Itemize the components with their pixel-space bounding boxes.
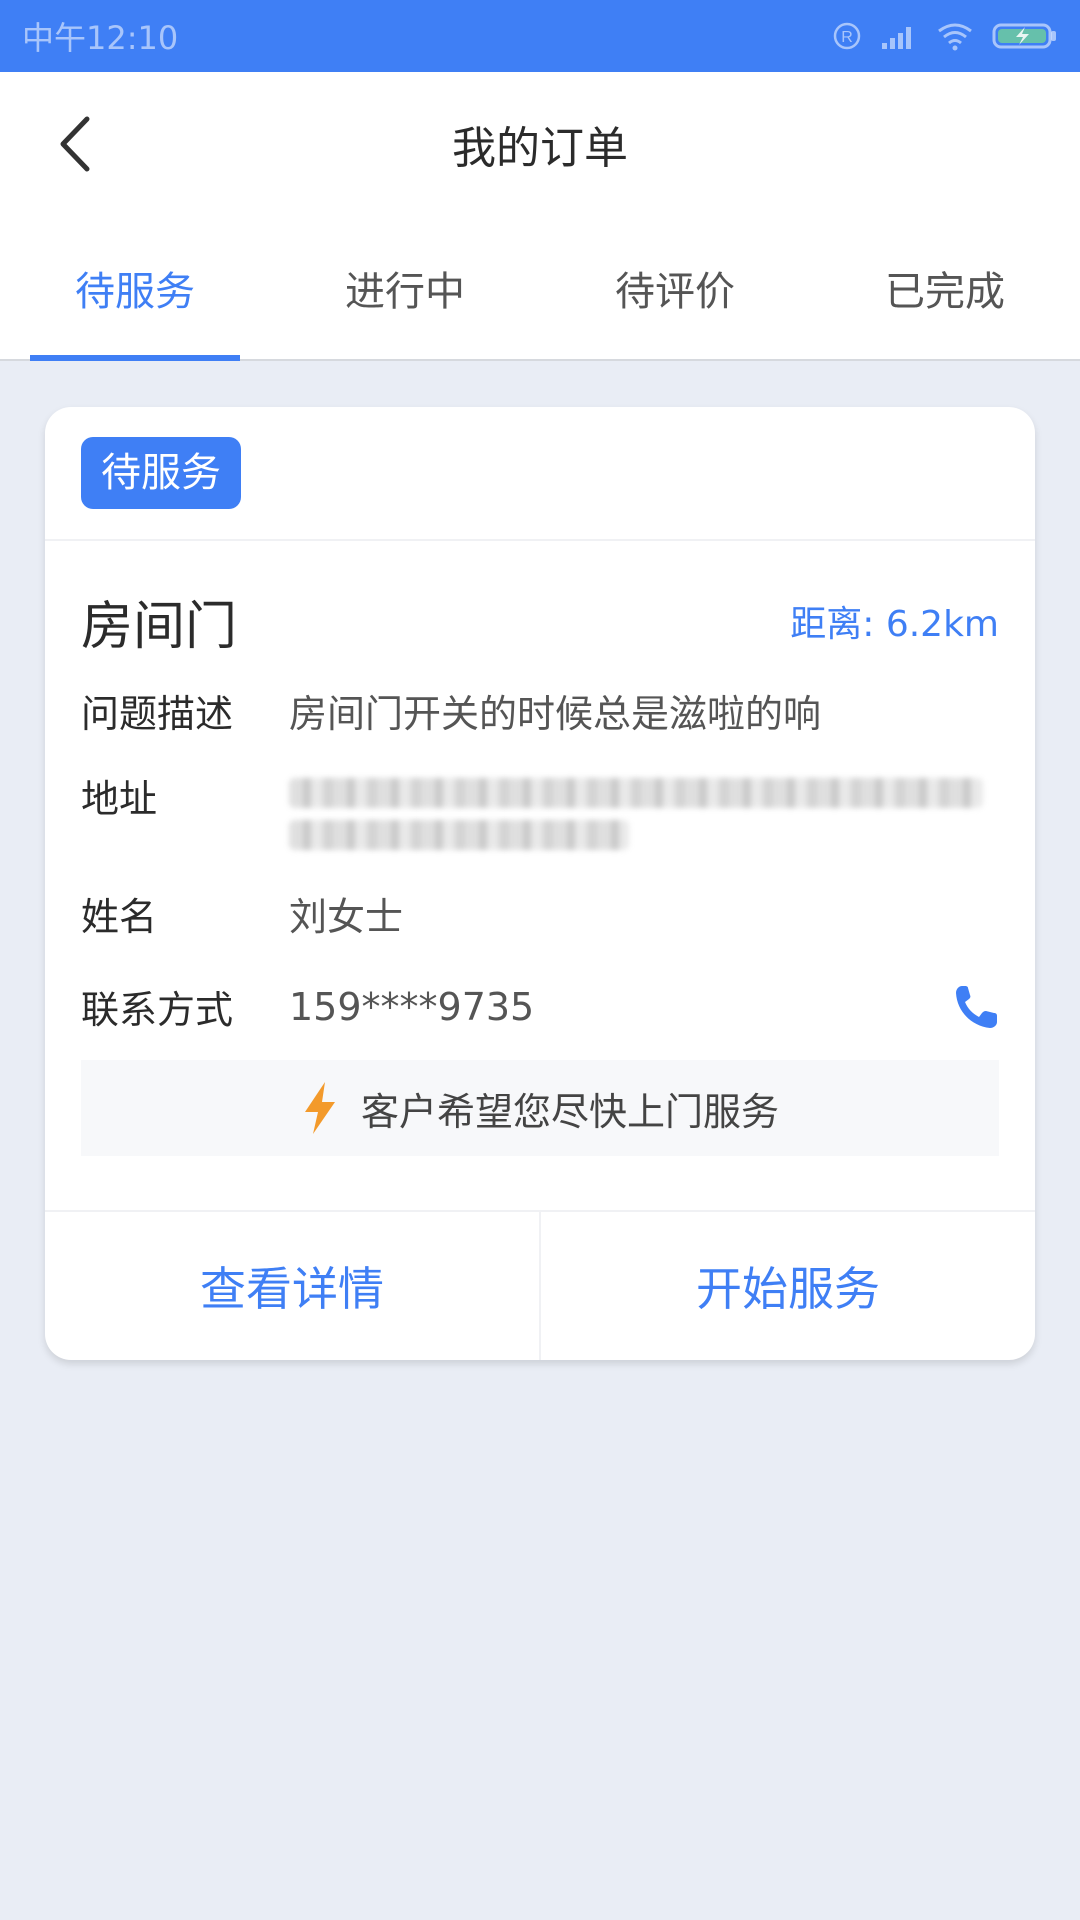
start-service-button[interactable]: 开始服务 [539,1212,1035,1360]
service-title: 房间门 [81,596,238,657]
urgent-notice: 客户希望您尽快上门服务 [81,1060,999,1156]
status-time: 中午12:10 [22,19,179,57]
registered-icon: R [833,22,861,50]
status-badge: 待服务 [81,437,241,509]
order-title-row: 房间门 距离: 6.2km [81,589,999,657]
order-card-actions: 查看详情 开始服务 [45,1210,1035,1360]
tab-in-progress[interactable]: 进行中 [270,216,540,359]
address-label: 地址 [81,777,158,821]
problem-label: 问题描述 [81,692,234,736]
name-value: 刘女士 [289,895,404,939]
signal-icon [882,27,911,49]
view-details-button[interactable]: 查看详情 [45,1212,539,1360]
battery-charging-icon [992,23,1056,49]
page-title: 我的订单 [452,123,628,174]
contact-value: 159****9735 [289,984,535,1029]
problem-value: 房间门开关的时候总是滋啦的响 [289,692,822,736]
wifi-icon [938,23,972,51]
back-button[interactable] [40,106,110,182]
name-label: 姓名 [81,895,158,939]
distance-label: 距离: 6.2km [790,604,999,645]
navigation-bar: 我的订单 [0,72,1080,216]
urgent-notice-text: 客户希望您尽快上门服务 [360,1089,779,1134]
order-card: 待服务 房间门 距离: 6.2km 问题描述 房间门开关的时候总是滋啦的响 地址… [45,407,1035,1360]
tab-pending-service[interactable]: 待服务 [0,216,270,361]
redacted-line [289,820,629,850]
address-value-redacted [289,768,999,850]
lightning-icon [304,1082,335,1134]
phone-icon[interactable] [953,983,999,1031]
contact-label: 联系方式 [81,988,234,1032]
status-bar: 中午12:10 R [0,0,1080,72]
redacted-line [289,778,983,808]
order-card-header: 待服务 [45,407,1035,541]
chevron-left-icon [60,116,90,172]
tab-pending-review[interactable]: 待评价 [540,216,810,359]
address-row: 地址 [81,768,999,850]
status-icons: R [832,21,1058,51]
order-card-body: 房间门 距离: 6.2km 问题描述 房间门开关的时候总是滋啦的响 地址 姓名 … [45,589,1035,1156]
contact-row: 联系方式 159****9735 [81,979,999,1034]
order-tabs: 待服务 进行中 待评价 已完成 [0,216,1080,361]
svg-text:R: R [841,29,853,46]
tab-completed[interactable]: 已完成 [810,216,1080,359]
name-row: 姓名 刘女士 [81,886,999,941]
problem-row: 问题描述 房间门开关的时候总是滋啦的响 [81,683,999,738]
